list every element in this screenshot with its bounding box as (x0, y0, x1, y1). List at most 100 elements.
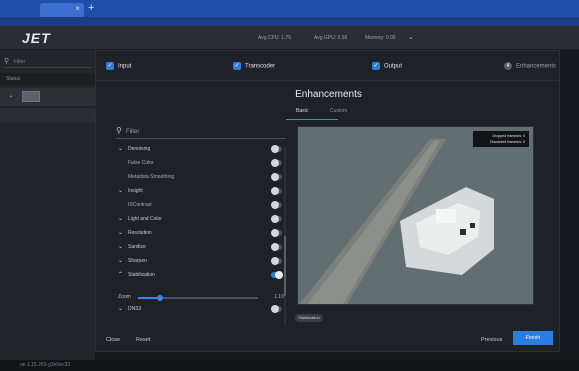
status-dot: • (10, 94, 12, 100)
zoom-slider-handle[interactable] (156, 295, 163, 301)
enhancement-label: False Color (128, 160, 154, 166)
enhancement-toggle[interactable] (271, 271, 283, 279)
enhancement-toggle[interactable] (271, 173, 282, 181)
step-input[interactable]: ✓ Input (106, 62, 131, 70)
step-number: 4 (504, 62, 512, 70)
check-icon: ✓ (233, 62, 241, 70)
frame-stats-overlay: Dropped frames/s: 0 Discarded frames/s: … (473, 131, 529, 147)
enhancement-toggle[interactable] (271, 159, 282, 167)
reset-button[interactable]: Reset (136, 337, 150, 343)
active-enhancement-chip[interactable]: Stabilization (295, 314, 323, 322)
chevron-down-icon[interactable]: ⌄ (118, 143, 123, 156)
finish-button[interactable]: Finish (513, 331, 553, 345)
check-icon: ✓ (372, 62, 380, 70)
enhancement-label: Stabilization (128, 272, 155, 278)
sidebar-filter-placeholder: Filter (14, 59, 26, 65)
chevron-down-icon[interactable]: ⌄ (118, 213, 123, 226)
version-status: on 1.15.263-g3e0ec33 (0, 360, 579, 371)
browser-toolbar (0, 17, 579, 26)
new-tab-icon[interactable]: + (88, 2, 94, 14)
enhancement-sanitize[interactable]: ⌄ Sanitize (114, 241, 282, 254)
step-transcoder[interactable]: ✓ Transcoder (233, 62, 275, 70)
browser-tab-bar: × + (0, 0, 579, 26)
enhancement-label: Sharpen (128, 258, 147, 264)
list-scrollbar[interactable] (284, 146, 286, 326)
chevron-down-icon[interactable]: ⌄ (118, 303, 123, 316)
enhancement-label: Denoising (128, 146, 151, 152)
cpu-stat: Avg CPU: 1.75 (258, 35, 291, 41)
job-row[interactable]: • (0, 88, 95, 106)
search-icon: ⚲ (116, 126, 122, 135)
dialog-footer: Close Reset Previous Finish (96, 331, 561, 353)
status-column-header[interactable]: Status (0, 73, 95, 85)
chevron-down-icon[interactable]: ⌄ (118, 185, 123, 198)
enhancements-dialog: ✓ Input ✓ Transcoder ✓ Output 4 Enhancements… (95, 50, 561, 353)
enhancement-iscontrast[interactable]: ISContrast (114, 199, 282, 212)
step-input-label: Input (118, 63, 132, 70)
zoom-label: Zoom (118, 294, 131, 300)
app-header: JET Avg CPU: 1.75 Avg GPU: 0.56 Memory: … (0, 26, 579, 50)
chevron-down-icon[interactable]: ⌄ (408, 33, 414, 41)
enhancement-toggle[interactable] (271, 229, 282, 237)
app-window: × + JET Avg CPU: 1.75 Avg GPU: 0.56 Memo… (0, 0, 579, 371)
close-tab-icon[interactable]: × (75, 4, 80, 13)
enhancement-label: ISContrast (128, 202, 152, 208)
dialog-title: Enhancements (295, 89, 362, 100)
job-sidebar: ⚲ Filter Status • (0, 50, 95, 360)
enhancement-label: Light and Color (128, 216, 162, 222)
check-icon: ✓ (106, 62, 114, 70)
enhancement-stabilization[interactable]: ⌃ Stabilization (114, 269, 283, 282)
enhancement-metadata-smoothing[interactable]: Metadata Smoothing (114, 171, 282, 184)
enhancement-label: Insight (128, 188, 143, 194)
step-output[interactable]: ✓ Output (372, 62, 402, 70)
video-preview: Dropped frames/s: 0 Discarded frames/s: … (297, 126, 534, 305)
step-enhancements[interactable]: 4 Enhancements (504, 62, 556, 70)
enhancement-label: DNS3 (128, 306, 142, 312)
enhancement-toggle[interactable] (271, 201, 282, 209)
search-icon: ⚲ (4, 58, 10, 65)
enhancement-filter-input[interactable]: ⚲ Filter (116, 126, 286, 139)
enhancement-toggle[interactable] (271, 187, 282, 195)
step-enhancements-label: Enhancements (516, 63, 557, 70)
enhancement-light-and-color[interactable]: ⌄ Light and Color (114, 213, 282, 226)
enhancement-toggle[interactable] (271, 305, 282, 313)
tab-custom[interactable]: Custom (330, 108, 347, 114)
preview-frame (298, 127, 533, 304)
zoom-row: Zoom 1.10 (114, 292, 290, 304)
zoom-value: 1.10 (274, 294, 284, 300)
step-transcoder-label: Transcoder (245, 63, 276, 70)
close-button[interactable]: Close (106, 337, 120, 343)
discarded-frames: Discarded frames/s: 0 (490, 140, 525, 144)
enhancement-label: Metadata Smoothing (128, 174, 175, 180)
gpu-stat: Avg GPU: 0.56 (314, 35, 348, 41)
enhancement-label: Sanitize (128, 244, 146, 250)
enhancement-toggle[interactable] (271, 243, 282, 251)
enhancement-toggle[interactable] (271, 257, 282, 265)
step-output-label: Output (384, 63, 403, 70)
enhancement-false-color[interactable]: False Color (114, 157, 282, 170)
job-thumbnail (22, 91, 40, 102)
filter-placeholder: Filter (126, 129, 140, 135)
enhancement-dns3[interactable]: ⌄ DNS3 (114, 303, 282, 316)
chevron-down-icon[interactable]: ⌄ (118, 227, 123, 240)
active-tab-indicator (286, 119, 338, 120)
enhancement-insight[interactable]: ⌄ Insight (114, 185, 282, 198)
memory-stat: Memory: 0.00 (365, 35, 396, 41)
chevron-down-icon[interactable]: ⌄ (118, 255, 123, 268)
previous-button[interactable]: Previous (481, 337, 502, 343)
enhancement-resolution[interactable]: ⌄ Resolution (114, 227, 282, 240)
app-logo: JET (22, 30, 51, 46)
wizard-stepper: ✓ Input ✓ Transcoder ✓ Output 4 Enhancements (96, 51, 561, 81)
chevron-down-icon[interactable]: ⌄ (118, 241, 123, 254)
tab-basic[interactable]: Basic (296, 108, 308, 114)
job-row-selected[interactable] (0, 108, 95, 122)
browser-tab[interactable]: × (40, 3, 84, 17)
enhancement-toggle[interactable] (271, 145, 282, 153)
enhancement-toggle[interactable] (271, 215, 282, 223)
sidebar-filter-input[interactable]: ⚲ Filter (4, 56, 92, 68)
scrollbar-thumb[interactable] (284, 236, 286, 296)
enhancement-denoising[interactable]: ⌄ Denoising (114, 143, 282, 156)
chevron-up-icon[interactable]: ⌃ (118, 269, 123, 282)
enhancement-label: Resolution (128, 230, 152, 236)
enhancement-sharpen[interactable]: ⌄ Sharpen (114, 255, 282, 268)
